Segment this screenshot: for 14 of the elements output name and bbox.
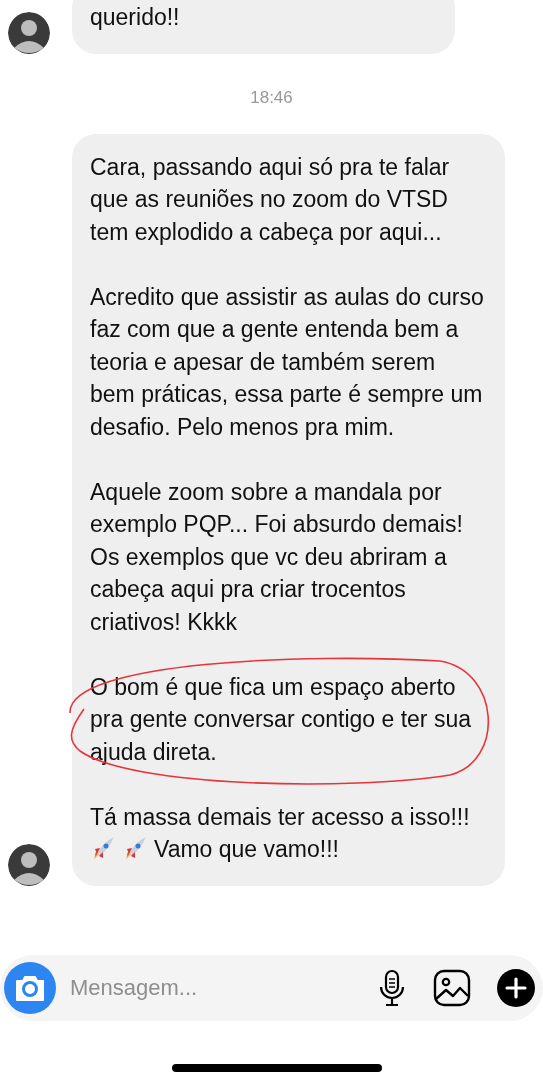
add-button[interactable] <box>497 969 535 1007</box>
timestamp: 18:46 <box>250 87 293 108</box>
message-text: Aquele zoom sobre a mandala por exemplo PQP... Foi absurdo demais! Os exemplos que vc deu abriram a cabeça aqui pra criar trocentos criativos! Kkkk <box>90 477 464 637</box>
microphone-icon[interactable] <box>377 969 407 1007</box>
message-text: Tá massa demais ter acesso a isso!!! Vamo que vamo!!! <box>90 802 471 864</box>
message-text: querido!! <box>90 3 181 32</box>
camera-icon <box>14 974 46 1002</box>
message-text: Acredito que assistir as aulas do curso faz com que a gente entenda bem a teoria e apesar de também serem bem práticas, essa parte é sempre um desafio. Pelo menos pra mim. <box>90 282 485 442</box>
image-icon[interactable] <box>433 969 471 1007</box>
avatar <box>8 11 50 54</box>
message-field[interactable]: Mensagem... <box>68 974 365 1002</box>
camera-button[interactable] <box>4 962 56 1014</box>
avatar <box>8 843 50 886</box>
message-text: Cara, passando aqui só pra te falar que as reuniões no zoom do VTSD tem explodido a cabeça por aqui... <box>90 152 451 247</box>
